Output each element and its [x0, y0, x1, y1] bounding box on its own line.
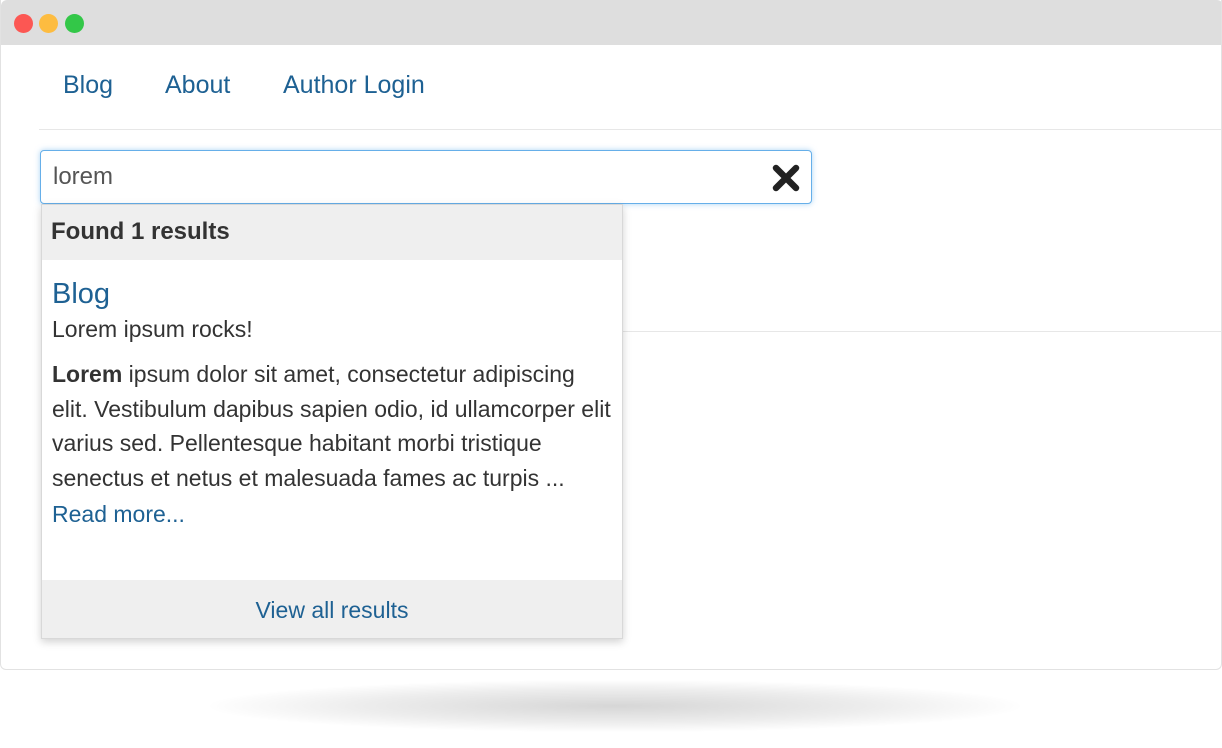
screenshot-stage: Blog About Author Login Found 1 results …: [0, 0, 1222, 748]
result-subtitle: Lorem ipsum rocks!: [52, 316, 253, 342]
window-floor-shadow: [210, 680, 1020, 732]
window-close-button[interactable]: [14, 14, 33, 33]
top-navbar: Blog About Author Login: [39, 45, 1221, 130]
nav-link-author-login[interactable]: Author Login: [283, 70, 425, 100]
window-maximize-button[interactable]: [65, 14, 84, 33]
results-count-heading: Found 1 results: [51, 218, 230, 245]
search-box: [40, 150, 812, 204]
read-more-link[interactable]: Read more...: [52, 499, 617, 529]
result-item: Blog Lorem ipsum rocks! Lorem ipsum dolo…: [52, 277, 617, 529]
view-all-results-link[interactable]: View all results: [256, 596, 409, 624]
close-x-icon[interactable]: [771, 163, 801, 193]
nav-link-about[interactable]: About: [165, 70, 230, 100]
window-titlebar: [1, 0, 1221, 45]
search-results-dropdown: Found 1 results Blog Lorem ipsum rocks! …: [41, 204, 623, 639]
window-minimize-button[interactable]: [39, 14, 58, 33]
result-title-link[interactable]: Blog: [52, 277, 617, 311]
search-input[interactable]: [53, 159, 753, 195]
content-divider: [621, 331, 1221, 332]
browser-window: Blog About Author Login Found 1 results …: [0, 0, 1222, 670]
excerpt-text: ipsum dolor sit amet, consectetur adipis…: [52, 361, 611, 491]
excerpt-highlight: Lorem: [52, 361, 123, 387]
nav-link-blog[interactable]: Blog: [63, 70, 113, 100]
results-footer: View all results: [42, 580, 622, 638]
results-header: Found 1 results: [42, 205, 622, 260]
result-excerpt: Lorem ipsum dolor sit amet, consectetur …: [52, 357, 617, 495]
